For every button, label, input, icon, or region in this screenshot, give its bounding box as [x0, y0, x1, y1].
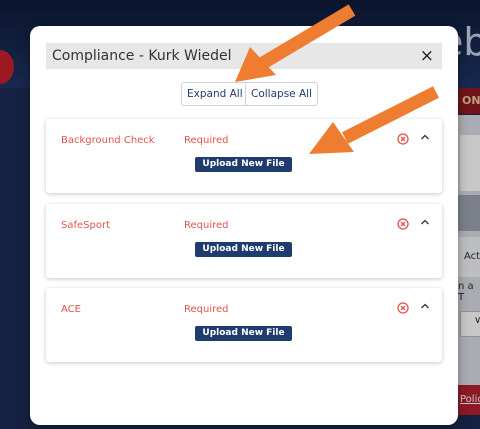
annotation-arrows [235, 4, 439, 154]
annotation-arrow-expand-all [235, 4, 356, 82]
annotation-arrow-upload [309, 86, 439, 154]
